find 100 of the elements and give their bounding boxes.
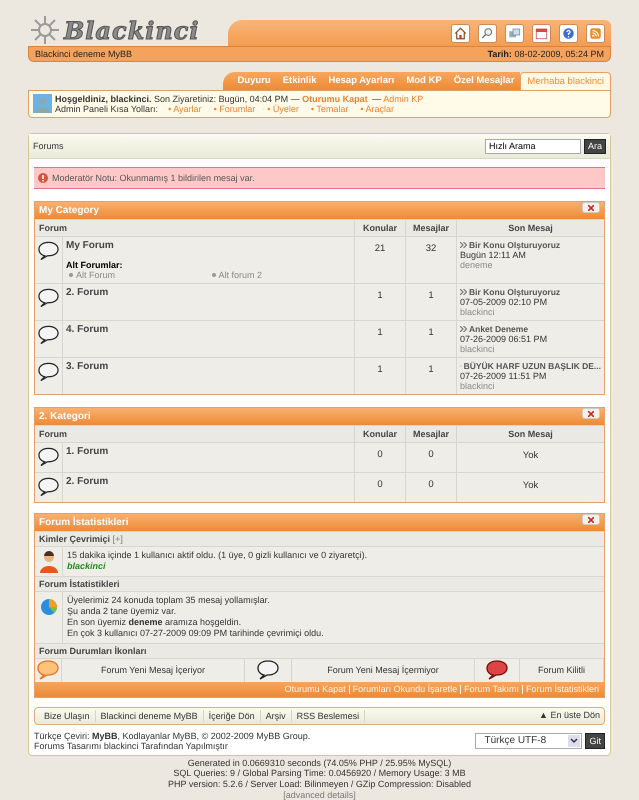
expand-toggle[interactable]: [+] [112, 534, 123, 544]
topic-count: 0 [354, 443, 405, 472]
last-post-date: 07-26-2009 11:51 PM [460, 371, 548, 381]
topic-count: 1 [354, 284, 405, 320]
subforums-label: Alt Forumlar: [66, 260, 124, 270]
last-post-link[interactable]: Anket Deneme [469, 324, 528, 334]
topic-count: 21 [354, 237, 405, 283]
footer-link[interactable]: Oturumu Kapat [282, 684, 349, 694]
last-post-link[interactable]: Bir Konu Olşturuyoruz [469, 240, 560, 250]
home-icon[interactable] [451, 24, 470, 42]
post-count: 1 [405, 284, 456, 320]
forum-title[interactable]: 4. Forum [66, 324, 108, 335]
nav-tab[interactable]: Özel Mesajlar [448, 72, 520, 90]
members-icon[interactable] [505, 24, 524, 42]
credits-line: Forums Tasarımı blackinci Tarafından Yapılmıştır [34, 740, 229, 750]
column-header: Konular [354, 220, 405, 236]
date-label: Tarih: [488, 49, 512, 59]
separator-dash: — [372, 94, 382, 104]
help-icon[interactable] [559, 24, 578, 42]
last-post-link[interactable]: Bir Konu Olşturuyoruz [469, 287, 560, 297]
language-go-button[interactable]: Git [585, 732, 605, 748]
footer-link[interactable]: Forum İstatistikleri [522, 684, 602, 694]
category-title[interactable]: My Category [39, 205, 100, 216]
logout-link[interactable]: Oturumu Kapat [302, 94, 368, 104]
speech-bubble-icon [38, 325, 59, 345]
forum-title[interactable]: 2. Forum [66, 287, 108, 298]
debug-line: PHP version: 5.2.6 / Server Load: Bilinmeyen / GZip Compression: Disabled [167, 779, 472, 790]
shortcut-link[interactable]: • Temalar [310, 104, 348, 114]
debug-line: SQL Queries: 9 / Global Parsing Time: 0.0456920 / Memory Usage: 3 MB [172, 768, 467, 780]
back-to-top-link[interactable]: ▲ En üste Dön [539, 710, 600, 722]
shortcut-link[interactable]: • Üyeler [267, 104, 299, 114]
site-logo[interactable]: Blackinci [64, 16, 200, 44]
search-field[interactable]: Hızlı Arama [484, 138, 581, 154]
shortcut-link[interactable]: • Ayarlar [168, 104, 202, 114]
footer-nav-link[interactable]: Blackinci deneme MyBB [96, 710, 204, 722]
close-icon [588, 204, 594, 210]
last-post-user[interactable]: blackinci [460, 381, 601, 391]
collapse-button[interactable] [582, 514, 600, 525]
stats-line: En çok 3 kullanıcı 07-27-2009 09:09 PM tarihinde çevrimiçi oldu. [67, 628, 325, 640]
language-select[interactable]: Türkçe UTF-8 [475, 732, 582, 748]
last-post-user[interactable]: deneme [460, 260, 601, 270]
credits-line: Türkçe Çeviri: MyBB, Kodlayanlar MyBB, © 2002-2009 MyBB Group. [34, 730, 310, 740]
last-post-date: Bugün 12:11 AM [460, 250, 527, 260]
online-user-link[interactable]: blackinci [67, 561, 106, 572]
rss-icon[interactable] [586, 24, 605, 42]
post-count: 1 [405, 358, 456, 394]
topic-count: 1 [354, 321, 405, 357]
collapse-button[interactable] [582, 408, 600, 419]
user-icon [38, 551, 58, 573]
forum-title[interactable]: 3. Forum [66, 361, 108, 372]
nav-tab[interactable]: Hesap Ayarları [322, 72, 400, 90]
nav-tab[interactable]: Etkinlik [276, 72, 322, 90]
last-visit: Son Ziyaretiniz: Bugün, 04:04 PM — [154, 94, 300, 104]
search-button[interactable]: Ara [584, 138, 606, 154]
post-count: 32 [405, 237, 456, 283]
breadcrumb[interactable]: Forums [33, 141, 64, 151]
last-post-date: 07-05-2009 02:10 PM [460, 297, 548, 307]
post-count: 0 [405, 473, 456, 502]
post-count: 0 [405, 443, 456, 472]
stats-line: Şu anda 2 tane üyemiz var. [67, 606, 178, 617]
section-heading: Kimler Çevrimiçi [39, 534, 110, 544]
debug-line: Generated in 0.0669310 seconds (74.05% PHP / 25.95% MySQL) [186, 758, 452, 768]
footer-link[interactable]: Forumları Okundu İşaretle [348, 684, 460, 694]
forum-title[interactable]: My Forum [66, 240, 114, 251]
last-post-user[interactable]: blackinci [460, 307, 601, 317]
column-header: Konular [354, 426, 405, 442]
section-heading: Forum Durumları İkonları [39, 646, 147, 656]
nav-tab[interactable]: Mod KP [400, 72, 448, 90]
admin-link[interactable]: Admin KP [383, 94, 424, 104]
column-header: Forum [38, 428, 68, 441]
last-post-user[interactable]: blackinci [460, 344, 601, 354]
subforum-link[interactable]: Alt forum 2 [212, 270, 351, 280]
site-name: Blackinci deneme MyBB [35, 49, 132, 59]
footer-link[interactable]: Forum Takımı [460, 684, 522, 694]
column-header: Forum [38, 222, 68, 235]
advanced-details-link[interactable]: [advanced details] [283, 790, 356, 800]
footer-nav-link[interactable]: Bize Ulaşın [39, 710, 96, 722]
category-title[interactable]: 2. Kategori [39, 411, 91, 422]
footer-nav-link[interactable]: RSS Beslemesi [292, 710, 366, 722]
stats-line: Üyelerimiz 24 konuda toplam 35 mesaj yollamışlar. [67, 594, 271, 606]
shortcut-link[interactable]: • Forumlar [214, 104, 256, 114]
nav-tab[interactable]: Merhaba blackinci [520, 72, 611, 90]
last-post-date: 07-26-2009 06:51 PM [460, 334, 548, 344]
shortcut-link[interactable]: • Araçlar [360, 104, 394, 114]
speech-bubble-icon [38, 288, 59, 308]
dropdown-caret-icon [568, 734, 580, 746]
collapse-button[interactable] [582, 202, 600, 213]
speech-bubble-icon [38, 477, 59, 497]
footer-nav-link[interactable]: İçeriğe Dön [204, 710, 261, 722]
subforum-link[interactable]: Alt Forum [69, 270, 208, 280]
no-posts-text: Yok [522, 479, 540, 491]
forum-title[interactable]: 2. Forum [66, 476, 108, 487]
search-icon[interactable] [478, 24, 497, 42]
no-posts-text: Yok [522, 449, 540, 461]
footer-nav-link[interactable]: Arşiv [260, 710, 292, 722]
forum-title[interactable]: 1. Forum [66, 446, 108, 457]
last-post-link[interactable]: BÜYÜK HARF UZUN BAŞLIK DE... [464, 361, 601, 371]
nav-tab[interactable]: Duyuru [223, 72, 277, 90]
online-text: 15 dakika içinde 1 kullanıcı aktif oldu. (1 üye, 0 gizli kullanıcı ve 0 ziyaretçi). [67, 550, 368, 562]
calendar-icon[interactable] [532, 24, 551, 42]
